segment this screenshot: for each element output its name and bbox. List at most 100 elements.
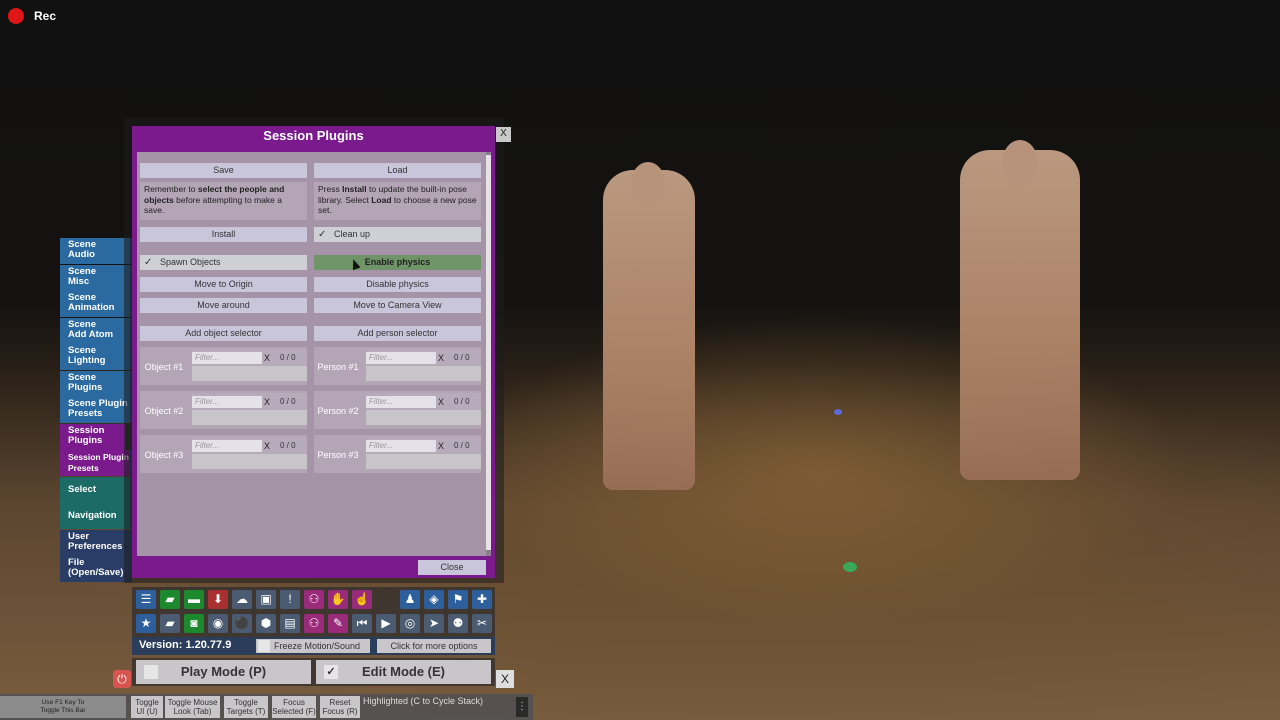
filter-input[interactable]: Filter...: [192, 440, 262, 452]
box-icon[interactable]: ⬢: [256, 614, 276, 633]
save-instructions: Remember to select the people and object…: [140, 182, 307, 220]
screenshot-icon[interactable]: ◙: [184, 614, 204, 633]
filter-input[interactable]: Filter...: [192, 396, 262, 408]
clear-filter-button[interactable]: X: [264, 440, 270, 452]
menu-scene-audio[interactable]: Scene Audio: [60, 238, 132, 264]
folder-icon[interactable]: ▬: [184, 590, 204, 609]
clear-filter-button[interactable]: X: [438, 396, 444, 408]
menu-navigation[interactable]: Navigation: [60, 503, 132, 529]
note-text: Press: [318, 184, 343, 194]
recording-indicator: Rec: [8, 8, 56, 24]
add-person-selector-button[interactable]: Add person selector: [314, 326, 481, 341]
hand-icon[interactable]: ✋: [328, 590, 348, 609]
close-button[interactable]: Close: [418, 560, 486, 575]
play-mode-button[interactable]: Play Mode (P): [136, 660, 311, 684]
clear-filter-button[interactable]: X: [438, 352, 444, 364]
camera-icon[interactable]: ◉: [208, 614, 228, 633]
load-button[interactable]: Load: [314, 163, 481, 178]
mode-close-button[interactable]: X: [496, 670, 514, 688]
menu-session-plugin-presets[interactable]: Session Plugin Presets: [60, 450, 132, 476]
content-scrollbar[interactable]: [486, 152, 491, 556]
open-folder-icon[interactable]: ▰: [160, 590, 180, 609]
spawn-objects-toggle[interactable]: ✓ Spawn Objects: [140, 255, 307, 270]
people-icon[interactable]: ⚉: [448, 614, 468, 633]
menu-select[interactable]: Select: [60, 476, 132, 503]
toggle-targets-button[interactable]: Toggle Targets (T): [224, 696, 268, 718]
object-selector-3: Object #3 Filter... X 0 / 0: [140, 435, 307, 473]
clean-up-toggle[interactable]: ✓ Clean up: [314, 227, 481, 242]
menu-user-preferences[interactable]: User Preferences: [60, 529, 132, 556]
clear-filter-button[interactable]: X: [438, 440, 444, 452]
document-icon[interactable]: ▤: [280, 614, 300, 633]
green-target-marker[interactable]: [843, 562, 857, 572]
window-close-button[interactable]: X: [496, 127, 511, 142]
move-around-button[interactable]: Move around: [140, 298, 307, 313]
network-icon[interactable]: ⚫: [232, 614, 252, 633]
person-dropdown[interactable]: [366, 454, 481, 469]
enable-physics-button[interactable]: Enable physics: [314, 255, 481, 270]
plus-icon[interactable]: ✚: [472, 590, 492, 609]
cloud-icon[interactable]: ☁: [232, 590, 252, 609]
menu-scene-plugins[interactable]: Scene Plugins: [60, 370, 132, 397]
focus-selected-button[interactable]: Focus Selected (F): [272, 696, 316, 718]
edit-mode-button[interactable]: ✓ Edit Mode (E): [316, 660, 491, 684]
pointer-icon[interactable]: ➤: [424, 614, 444, 633]
tools-icon[interactable]: ✂: [472, 614, 492, 633]
filter-input[interactable]: Filter...: [366, 440, 436, 452]
object-dropdown[interactable]: [192, 410, 307, 425]
save-button[interactable]: Save: [140, 163, 307, 178]
filter-input[interactable]: Filter...: [366, 396, 436, 408]
person-dropdown[interactable]: [366, 410, 481, 425]
female-figure[interactable]: [603, 162, 695, 490]
power-icon[interactable]: ⏻: [113, 670, 131, 688]
filter-input[interactable]: Filter...: [366, 352, 436, 364]
toggle-ui-button[interactable]: Toggle UI (U): [131, 696, 163, 718]
flag-icon[interactable]: ⚑: [448, 590, 468, 609]
package-icon[interactable]: ▣: [256, 590, 276, 609]
unity-icon[interactable]: ◈: [424, 590, 444, 609]
menu-session-plugins[interactable]: Session Plugins: [60, 423, 132, 450]
move-to-camera-view-button[interactable]: Move to Camera View: [314, 298, 481, 313]
info-icon[interactable]: !: [280, 590, 300, 609]
menu-scene-plugin-presets[interactable]: Scene Plugin Presets: [60, 397, 132, 423]
touch-icon[interactable]: ☝: [352, 590, 372, 609]
menu-label: Scene Misc: [68, 265, 96, 287]
checkmark-icon: ✓: [318, 229, 327, 240]
add-object-selector-button[interactable]: Add object selector: [140, 326, 307, 341]
more-options-button[interactable]: Click for more options: [377, 639, 491, 653]
object-dropdown[interactable]: [192, 454, 307, 469]
menu-scene-animation[interactable]: Scene Animation: [60, 291, 132, 317]
open-scene-icon[interactable]: ▰: [160, 614, 180, 633]
skip-start-icon[interactable]: ⏮: [352, 614, 372, 633]
more-menu-icon[interactable]: ⋮: [516, 697, 528, 717]
move-to-origin-button[interactable]: Move to Origin: [140, 277, 307, 292]
wrench-icon[interactable]: ✎: [328, 614, 348, 633]
menu-file-open-save[interactable]: File (Open/Save): [60, 556, 132, 582]
person-dropdown[interactable]: [366, 366, 481, 381]
person-icon[interactable]: ♟: [400, 590, 420, 609]
play-icon[interactable]: ▶: [376, 614, 396, 633]
install-button[interactable]: Install: [140, 227, 307, 242]
save-icon[interactable]: ⬇: [208, 590, 228, 609]
object-dropdown[interactable]: [192, 366, 307, 381]
star-icon[interactable]: ★: [136, 614, 156, 633]
reset-focus-button[interactable]: Reset Focus (R): [320, 696, 360, 718]
menu-scene-add-atom[interactable]: Scene Add Atom: [60, 317, 132, 344]
clear-filter-button[interactable]: X: [264, 396, 270, 408]
toggle-mouse-look-button[interactable]: Toggle Mouse Look (Tab): [165, 696, 220, 718]
menu-scene-misc[interactable]: Scene Misc: [60, 264, 132, 291]
male-figure[interactable]: [960, 140, 1080, 480]
menu-scene-lighting[interactable]: Scene Lighting: [60, 344, 132, 370]
object-selector-label: Object #1: [144, 362, 184, 372]
freeze-motion-toggle[interactable]: Freeze Motion/Sound: [256, 639, 370, 653]
person-add-icon[interactable]: ⚇: [304, 590, 324, 609]
person-edit-icon[interactable]: ⚇: [304, 614, 324, 633]
scrollbar-thumb[interactable]: [486, 155, 491, 550]
blue-target-marker[interactable]: [834, 409, 842, 415]
disable-physics-button[interactable]: Disable physics: [314, 277, 481, 292]
clear-filter-button[interactable]: X: [264, 352, 270, 364]
filter-input[interactable]: Filter...: [192, 352, 262, 364]
object-selector-2: Object #2 Filter... X 0 / 0: [140, 391, 307, 429]
menu-icon[interactable]: ☰: [136, 590, 156, 609]
target-icon[interactable]: ◎: [400, 614, 420, 633]
